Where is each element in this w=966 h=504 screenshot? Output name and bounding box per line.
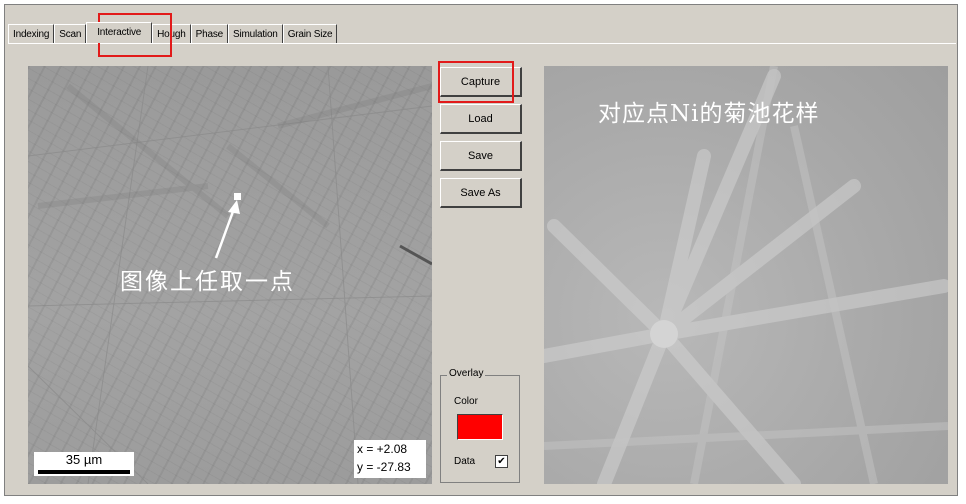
pattern-title: 对应点Ni的菊池花样: [598, 101, 820, 127]
tab-strip: Indexing Scan Interactive Hough Phase Si…: [8, 22, 338, 44]
sem-image[interactable]: 图像上任取一点 35 µm x = +2.08 y = -27.83: [28, 66, 432, 484]
color-label: Color: [454, 396, 478, 407]
arrow-head-icon: [228, 200, 240, 214]
coord-y: y = -27.83: [357, 460, 411, 474]
check-mark-icon: ✔: [497, 456, 506, 467]
save-as-button[interactable]: Save As: [440, 178, 522, 208]
tab-phase[interactable]: Phase: [190, 24, 228, 43]
overlay-color-swatch[interactable]: [457, 414, 503, 440]
tab-interactive[interactable]: Interactive: [86, 22, 153, 43]
tab-hough[interactable]: Hough: [152, 24, 191, 43]
capture-button[interactable]: Capture: [440, 67, 522, 97]
data-label: Data: [454, 456, 476, 467]
tab-simulation[interactable]: Simulation: [227, 24, 283, 43]
selected-point-marker: [234, 193, 241, 200]
scale-bar-line: [38, 470, 130, 474]
tab-grain-size[interactable]: Grain Size: [282, 24, 338, 43]
scale-bar-label: 35 µm: [65, 452, 103, 467]
tab-divider: [8, 43, 956, 44]
sem-annotation: 图像上任取一点: [120, 269, 295, 295]
load-button[interactable]: Load: [440, 104, 522, 134]
coordinate-readout: x = +2.08 y = -27.83: [354, 440, 426, 478]
tab-indexing[interactable]: Indexing: [8, 24, 55, 43]
save-button[interactable]: Save: [440, 141, 522, 171]
kikuchi-bands: [544, 66, 948, 484]
data-checkbox[interactable]: ✔: [495, 455, 508, 468]
overlay-title: Overlay: [447, 368, 486, 379]
tab-scan[interactable]: Scan: [54, 24, 87, 43]
sem-scratch: [399, 244, 432, 266]
overlay-group: Overlay Color Data ✔: [440, 368, 520, 483]
coord-x: x = +2.08: [357, 442, 408, 456]
scale-bar: 35 µm: [34, 452, 134, 476]
kikuchi-pattern-image: 对应点Ni的菊池花样: [544, 66, 948, 484]
